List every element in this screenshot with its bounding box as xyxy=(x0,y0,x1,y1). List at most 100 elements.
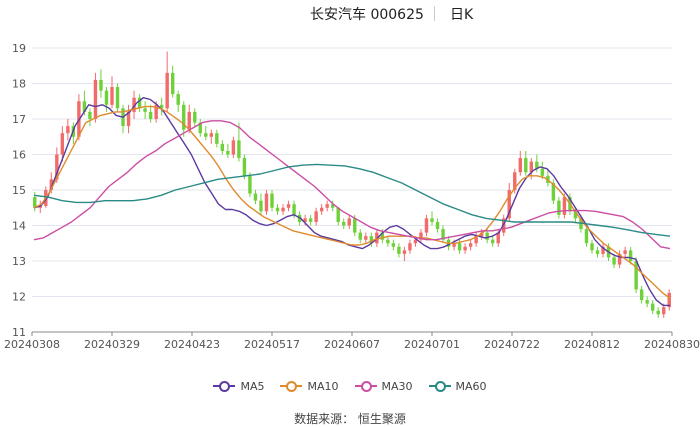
legend-swatch-ma10 xyxy=(280,381,303,392)
x-tick-label: 20240517 xyxy=(244,338,300,351)
candle-body xyxy=(215,133,219,144)
candle-body xyxy=(170,72,175,95)
candle-body xyxy=(275,207,280,212)
legend: MA5 MA10 MA30 MA60 xyxy=(0,377,700,395)
series-line-ma10 xyxy=(33,105,671,299)
candle-body xyxy=(595,250,600,254)
candle-body xyxy=(358,232,362,240)
legend-item-ma30[interactable]: MA30 xyxy=(354,377,413,395)
candle-body xyxy=(353,218,357,233)
candle-body xyxy=(242,158,247,176)
y-tick-label: 13 xyxy=(12,255,26,268)
candle-body xyxy=(308,218,313,222)
candle-body xyxy=(93,79,98,119)
candle-body xyxy=(584,229,589,244)
candle-body xyxy=(623,250,627,254)
candle-body xyxy=(485,232,489,240)
candle-body xyxy=(524,158,528,173)
x-tick-label: 20240722 xyxy=(484,338,540,351)
candle-body xyxy=(336,207,340,222)
candle-body xyxy=(99,79,103,91)
candle-body xyxy=(386,239,390,244)
x-tick-label: 20240308 xyxy=(4,338,60,351)
candle-body xyxy=(590,243,594,251)
candle-body xyxy=(557,200,561,215)
candle-body xyxy=(391,243,396,247)
candle-body xyxy=(88,111,92,119)
candle-body xyxy=(518,158,522,173)
candle-body xyxy=(292,204,296,215)
candle-body xyxy=(650,303,655,311)
candle-body xyxy=(143,108,147,112)
candle-body xyxy=(490,239,495,244)
candle-body xyxy=(435,221,440,230)
candle-body xyxy=(314,211,318,222)
candle-body xyxy=(231,140,236,155)
candle-body xyxy=(110,87,114,105)
candle-body xyxy=(319,207,324,212)
candle-body xyxy=(187,111,191,130)
candle-body xyxy=(237,140,241,159)
candle-body xyxy=(220,143,225,151)
candlestick-chart: 11121314151617181920240308 20240329 202404… xyxy=(4,42,700,351)
y-tick-label: 12 xyxy=(12,291,26,304)
candle-body xyxy=(342,221,346,226)
candle-body xyxy=(325,204,329,208)
candle-body xyxy=(286,204,291,208)
candle-body xyxy=(639,289,644,301)
x-tick-label: 20240329 xyxy=(84,338,140,351)
candle-body xyxy=(347,218,351,226)
x-tick-label: 20240812 xyxy=(564,338,620,351)
candle-body xyxy=(463,246,467,251)
candle-body xyxy=(209,133,214,137)
y-tick-label: 19 xyxy=(12,42,26,55)
legend-item-ma60[interactable]: MA60 xyxy=(428,377,487,395)
candle-body xyxy=(540,168,545,176)
candle-body xyxy=(226,150,230,155)
candle-body xyxy=(364,236,368,240)
candle-body xyxy=(193,111,197,123)
candle-body xyxy=(656,310,660,315)
candle-body xyxy=(468,243,473,247)
candle-body xyxy=(662,307,666,315)
y-tick-label: 18 xyxy=(12,78,26,91)
candle-body xyxy=(402,250,407,254)
candle-body xyxy=(628,250,633,261)
x-tick-label: 20240607 xyxy=(324,338,380,351)
candle-body xyxy=(424,218,429,233)
candle-body xyxy=(204,133,208,137)
candle-body xyxy=(457,243,462,251)
candle-body xyxy=(264,193,269,212)
y-tick-label: 14 xyxy=(12,220,26,233)
candle-body xyxy=(165,72,169,109)
legend-swatch-ma60 xyxy=(428,381,451,392)
candle-body xyxy=(104,90,109,105)
candle-body xyxy=(645,300,649,304)
candle-body xyxy=(248,175,252,194)
candle-body xyxy=(259,200,263,212)
x-tick-label: 20240423 xyxy=(164,338,220,351)
candle-body xyxy=(281,207,285,212)
candle-body xyxy=(66,126,70,134)
y-tick-label: 15 xyxy=(12,184,26,197)
candle-body xyxy=(634,261,638,290)
legend-label-ma30: MA30 xyxy=(381,379,413,393)
legend-swatch-ma30 xyxy=(354,381,377,392)
legend-item-ma10[interactable]: MA10 xyxy=(280,377,339,395)
series-line-ma5 xyxy=(33,96,670,307)
y-tick-label: 16 xyxy=(12,149,26,162)
candle-body xyxy=(270,193,274,208)
legend-swatch-ma5 xyxy=(213,381,236,392)
candle-body xyxy=(115,87,120,109)
series-line-ma30 xyxy=(33,120,671,250)
y-tick-label: 17 xyxy=(12,113,26,126)
legend-label-ma5: MA5 xyxy=(240,379,265,393)
x-tick-label: 20240701 xyxy=(404,338,460,351)
legend-item-ma5[interactable]: MA5 xyxy=(213,377,264,395)
data-source: 数据来源： 恒生聚源 xyxy=(294,412,406,426)
legend-label-ma60: MA60 xyxy=(455,379,487,393)
candle-body xyxy=(408,243,412,251)
candle-body xyxy=(148,111,153,119)
candle-body xyxy=(60,133,65,155)
candle-body xyxy=(253,193,258,201)
